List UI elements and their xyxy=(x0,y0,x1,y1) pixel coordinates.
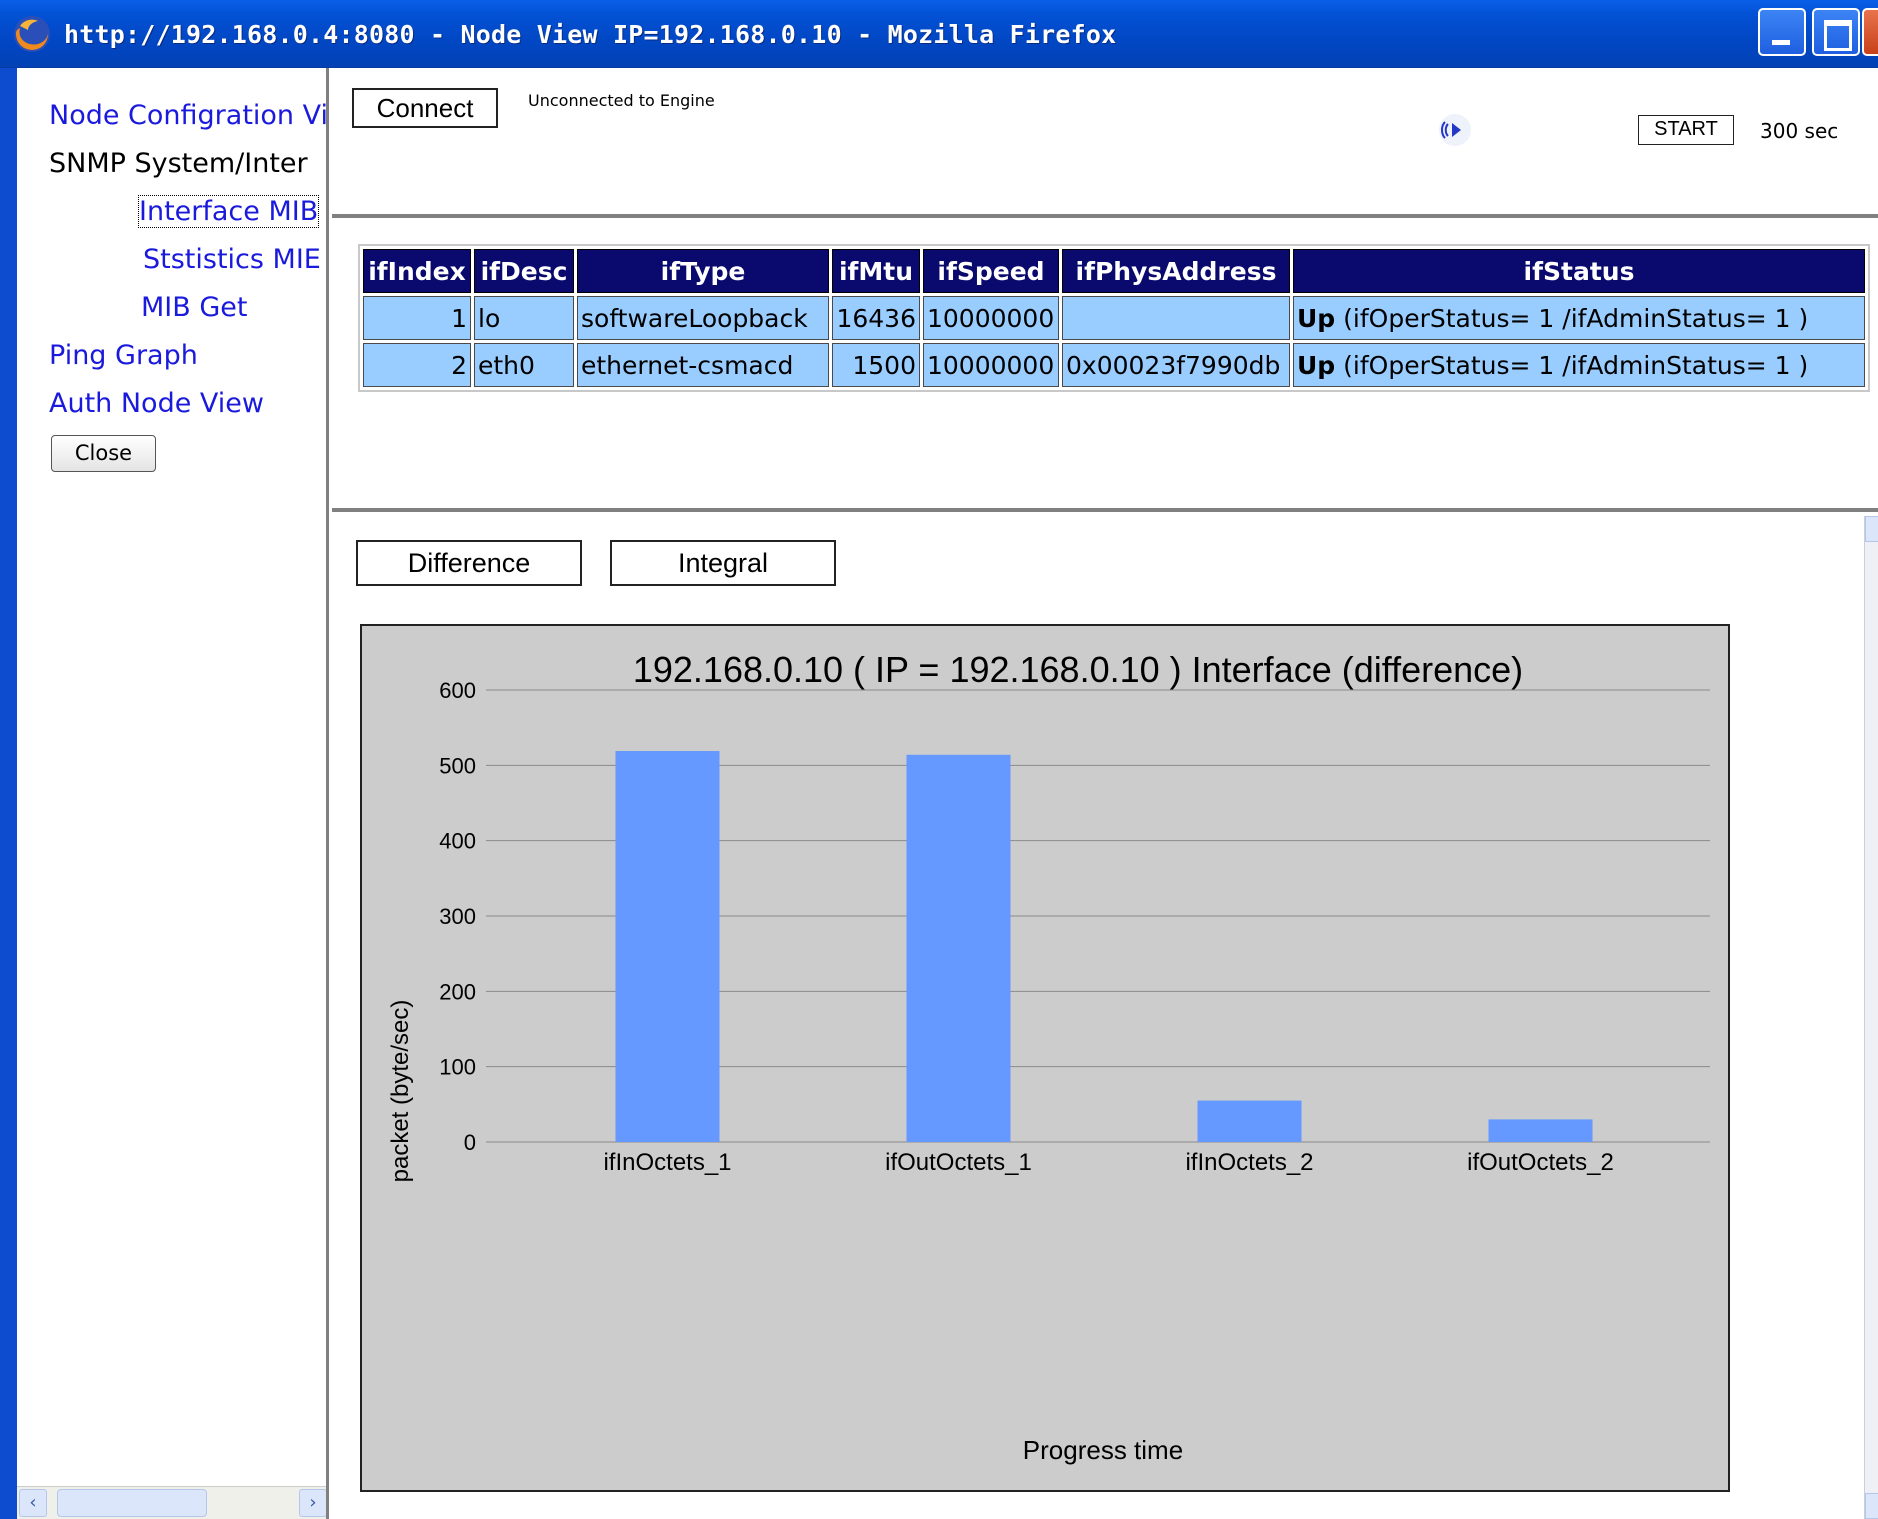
y-tick-label: 200 xyxy=(439,979,476,1004)
firefox-icon xyxy=(14,16,50,52)
minimize-button[interactable] xyxy=(1758,8,1806,56)
cell-ifstatus: Up (ifOperStatus= 1 /ifAdminStatus= 1 ) xyxy=(1293,296,1865,340)
speaker-icon[interactable] xyxy=(1437,112,1473,148)
cell-ifphysaddress: 0x00023f7990db xyxy=(1062,343,1290,387)
cell-ifdesc: eth0 xyxy=(474,343,574,387)
y-tick-label: 0 xyxy=(464,1130,476,1155)
scroll-up-icon[interactable] xyxy=(1865,516,1878,542)
sidebar-nav: Node Configration Vi SNMP System/Inter I… xyxy=(17,68,329,1519)
status-detail: (ifOperStatus= 1 /ifAdminStatus= 1 ) xyxy=(1335,350,1809,380)
integral-button[interactable]: Integral xyxy=(610,540,836,586)
cell-ifstatus: Up (ifOperStatus= 1 /ifAdminStatus= 1 ) xyxy=(1293,343,1865,387)
close-window-button[interactable] xyxy=(1862,8,1878,56)
control-panel: Connect Unconnected to Engine START 300 … xyxy=(332,68,1878,218)
y-tick-label: 500 xyxy=(439,753,476,778)
cell-ifspeed: 10000000 xyxy=(923,343,1059,387)
header-iftype: ifType xyxy=(577,249,829,293)
cell-ifdesc: lo xyxy=(474,296,574,340)
interface-table-panel: ifIndex ifDesc ifType ifMtu ifSpeed ifPh… xyxy=(332,222,1878,512)
graph-panel: Difference Integral 192.168.0.10 ( IP = … xyxy=(332,516,1878,1519)
header-ifdesc: ifDesc xyxy=(474,249,574,293)
bar-ifInOctets_2 xyxy=(1197,1100,1302,1142)
status-up: Up xyxy=(1297,350,1336,380)
nav-snmp-system[interactable]: SNMP System/Inter xyxy=(49,148,308,179)
cell-ifmtu: 1500 xyxy=(832,343,920,387)
nav-interface-mib[interactable]: Interface MIB xyxy=(137,195,320,228)
cell-ifindex: 2 xyxy=(363,343,471,387)
close-button[interactable]: Close xyxy=(51,435,156,472)
status-up: Up xyxy=(1297,303,1336,333)
nav-auth-node-view[interactable]: Auth Node View xyxy=(49,388,264,419)
y-tick-label: 300 xyxy=(439,904,476,929)
x-tick-label: ifInOctets_2 xyxy=(1185,1149,1313,1176)
connect-button[interactable]: Connect xyxy=(352,88,498,128)
x-tick-label: ifOutOctets_1 xyxy=(885,1149,1032,1176)
header-ifstatus: ifStatus xyxy=(1293,249,1865,293)
table-header-row: ifIndex ifDesc ifType ifMtu ifSpeed ifPh… xyxy=(363,249,1865,293)
difference-button[interactable]: Difference xyxy=(356,540,582,586)
chart-background xyxy=(360,624,1730,1492)
cell-ifindex: 1 xyxy=(363,296,471,340)
bar-chart: 192.168.0.10 ( IP = 192.168.0.10 ) Inter… xyxy=(360,624,1730,1492)
horizontal-scrollbar[interactable]: ‹ › xyxy=(17,1486,326,1519)
bar-ifInOctets_1 xyxy=(615,751,720,1142)
y-axis-label: packet (byte/sec) xyxy=(387,1000,414,1183)
status-detail: (ifOperStatus= 1 /ifAdminStatus= 1 ) xyxy=(1335,303,1809,333)
nav-node-configuration[interactable]: Node Configration Vi xyxy=(49,100,326,131)
maximize-button[interactable] xyxy=(1812,8,1860,56)
bar-ifOutOctets_1 xyxy=(906,754,1011,1142)
y-tick-label: 100 xyxy=(439,1055,476,1080)
interface-table: ifIndex ifDesc ifType ifMtu ifSpeed ifPh… xyxy=(358,244,1870,392)
header-ifindex: ifIndex xyxy=(363,249,471,293)
table-row: 1 lo softwareLoopback 16436 10000000 Up … xyxy=(363,296,1865,340)
header-ifspeed: ifSpeed xyxy=(923,249,1059,293)
start-button[interactable]: START xyxy=(1638,115,1734,145)
scroll-left-icon[interactable]: ‹ xyxy=(19,1489,47,1517)
cell-ifmtu: 16436 xyxy=(832,296,920,340)
nav-mib-get[interactable]: MIB Get xyxy=(141,292,247,323)
table-row: 2 eth0 ethernet-csmacd 1500 10000000 0x0… xyxy=(363,343,1865,387)
cell-ifphysaddress xyxy=(1062,296,1290,340)
window-frame xyxy=(0,68,17,1519)
x-tick-label: ifInOctets_1 xyxy=(603,1149,731,1176)
interval-label: 300 sec xyxy=(1760,119,1839,143)
y-tick-label: 600 xyxy=(439,678,476,703)
window-titlebar: http://192.168.0.4:8080 - Node View IP=1… xyxy=(0,0,1878,68)
scroll-right-icon[interactable]: › xyxy=(299,1489,326,1517)
cell-ifspeed: 10000000 xyxy=(923,296,1059,340)
cell-iftype: softwareLoopback xyxy=(577,296,829,340)
scrollbar-thumb[interactable] xyxy=(57,1489,207,1517)
header-ifmtu: ifMtu xyxy=(832,249,920,293)
connection-status: Unconnected to Engine xyxy=(528,91,715,110)
scroll-down-icon[interactable] xyxy=(1865,1493,1878,1519)
nav-ping-graph[interactable]: Ping Graph xyxy=(49,340,198,371)
chart-title: 192.168.0.10 ( IP = 192.168.0.10 ) Inter… xyxy=(633,649,1523,690)
bar-ifOutOctets_2 xyxy=(1488,1119,1593,1142)
header-ifphysaddress: ifPhysAddress xyxy=(1062,249,1290,293)
cell-iftype: ethernet-csmacd xyxy=(577,343,829,387)
y-tick-label: 400 xyxy=(439,829,476,854)
vertical-scrollbar[interactable] xyxy=(1864,516,1878,1519)
nav-statistics-mib[interactable]: Ststistics MIE xyxy=(143,244,321,275)
window-title: http://192.168.0.4:8080 - Node View IP=1… xyxy=(64,20,1117,49)
x-axis-label: Progress time xyxy=(1023,1435,1183,1465)
x-tick-label: ifOutOctets_2 xyxy=(1467,1149,1614,1176)
